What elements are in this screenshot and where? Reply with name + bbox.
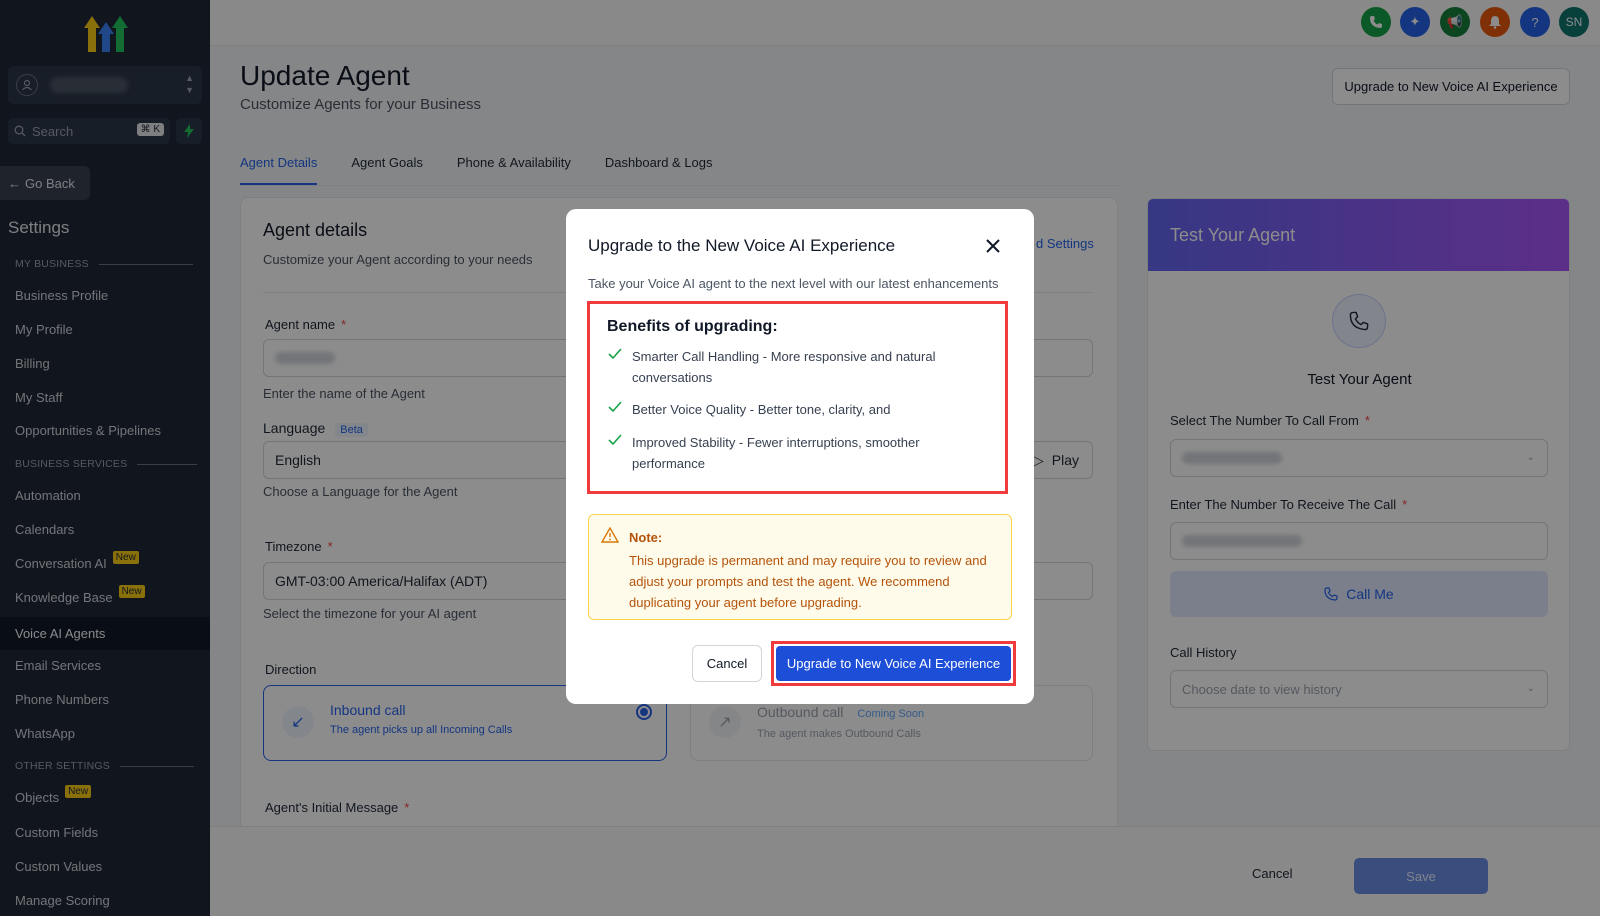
note-title: Note: bbox=[629, 530, 663, 545]
modal-title: Upgrade to the New Voice AI Experience bbox=[588, 236, 896, 255]
modal-cancel-button[interactable]: Cancel bbox=[692, 645, 762, 682]
benefits-box: Benefits of upgrading: Smarter Call Hand… bbox=[587, 301, 1008, 494]
check-icon bbox=[608, 434, 622, 446]
note-box: Note: This upgrade is permanent and may … bbox=[588, 514, 1012, 620]
benefit-item: Smarter Call Handling - More responsive … bbox=[608, 346, 988, 388]
warning-icon bbox=[601, 527, 619, 543]
close-icon[interactable] bbox=[984, 237, 1002, 255]
check-icon bbox=[608, 348, 622, 360]
benefit-item: Improved Stability - Fewer interruptions… bbox=[608, 432, 988, 474]
upgrade-button-highlight: Upgrade to New Voice AI Experience bbox=[771, 641, 1016, 686]
benefit-item: Better Voice Quality - Better tone, clar… bbox=[608, 399, 988, 420]
note-text: This upgrade is permanent and may requir… bbox=[629, 553, 987, 610]
upgrade-modal: Upgrade to the New Voice AI Experience T… bbox=[566, 209, 1034, 704]
benefits-title: Benefits of upgrading: bbox=[607, 318, 778, 335]
check-icon bbox=[608, 401, 622, 413]
modal-subtitle: Take your Voice AI agent to the next lev… bbox=[588, 276, 999, 291]
modal-upgrade-button[interactable]: Upgrade to New Voice AI Experience bbox=[776, 646, 1011, 681]
